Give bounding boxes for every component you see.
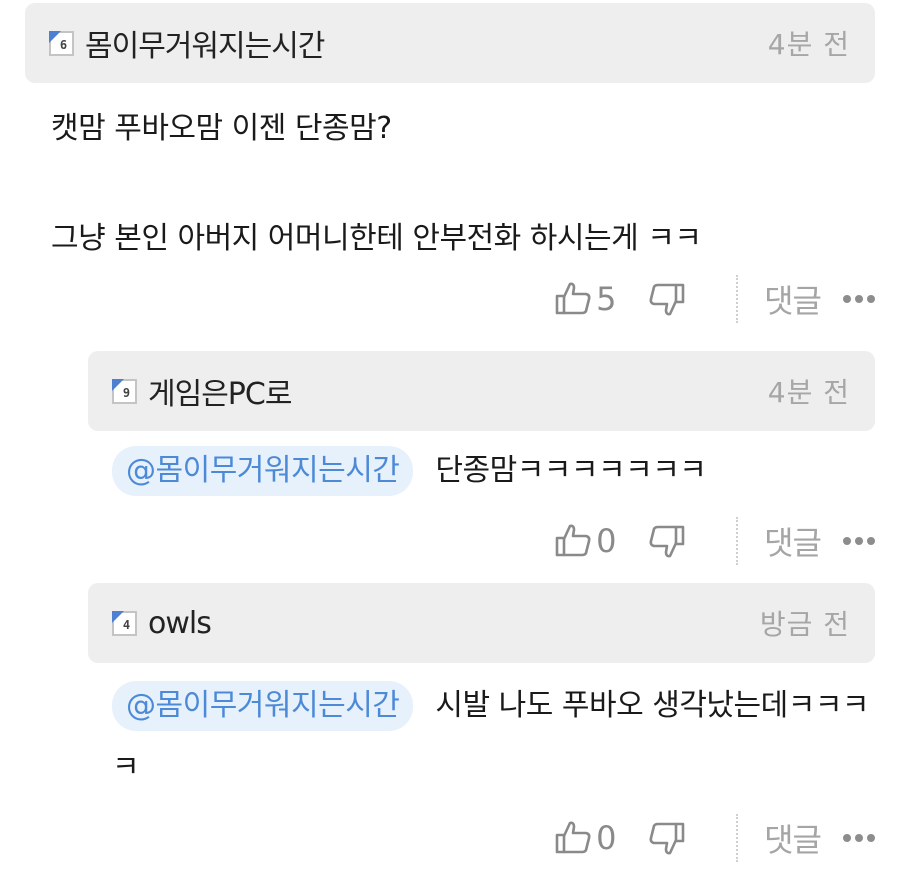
author-nickname[interactable]: owls xyxy=(148,606,212,641)
thumbs-down-icon xyxy=(649,525,685,558)
comment-time: 방금 전 xyxy=(759,608,850,641)
comment-header: 4 owls 방금 전 xyxy=(88,583,875,663)
reply-comment: 4 owls 방금 전 @몸이무거워지는시간 시발 나도 푸바오 생각났는데ㅋㅋㅋ… xyxy=(88,583,875,877)
like-button[interactable]: 5 xyxy=(554,280,626,318)
more-icon[interactable] xyxy=(843,295,875,303)
author-nickname[interactable]: 몸이무거워지는시간 xyxy=(85,21,325,65)
like-button[interactable]: 0 xyxy=(554,819,626,857)
like-count: 5 xyxy=(596,280,617,318)
reply-button[interactable]: 댓글 xyxy=(764,276,822,322)
like-count: 0 xyxy=(596,819,617,857)
comment-actions: 5 댓글 xyxy=(25,267,875,331)
dislike-button[interactable] xyxy=(648,522,686,560)
comment-text-line: 그냥 본인 아버지 어머니한테 안부전화 하시는게 ㅋㅋ xyxy=(51,221,702,256)
comment-actions: 0 댓글 xyxy=(88,799,875,877)
like-count: 0 xyxy=(596,522,617,560)
more-icon[interactable] xyxy=(843,834,875,842)
level-badge-icon: 9 xyxy=(112,378,137,404)
comment-header: 9 게임은PC로 4분 전 xyxy=(88,351,875,431)
thumbs-up-icon xyxy=(555,524,591,557)
reply-comment: 9 게임은PC로 4분 전 @몸이무거워지는시간 단종맘ㅋㅋㅋㅋㅋㅋㅋ 0 댓글 xyxy=(88,351,875,583)
mention-tag[interactable]: @몸이무거워지는시간 xyxy=(112,681,414,731)
comment-time: 4분 전 xyxy=(767,28,850,61)
comment-body: 캣맘 푸바오맘 이젠 단종맘? 그냥 본인 아버지 어머니한테 안부전화 하시는… xyxy=(25,83,875,267)
thumbs-down-icon xyxy=(649,283,685,316)
comment-body: @몸이무거워지는시간 단종맘ㅋㅋㅋㅋㅋㅋㅋ xyxy=(88,431,875,499)
level-badge-icon: 6 xyxy=(49,30,74,56)
comment: 6 몸이무거워지는시간 4분 전 캣맘 푸바오맘 이젠 단종맘? 그냥 본인 아… xyxy=(25,3,875,331)
comment-header: 6 몸이무거워지는시간 4분 전 xyxy=(25,3,875,83)
level-badge-icon: 4 xyxy=(112,610,137,636)
comment-text-line: 캣맘 푸바오맘 이젠 단종맘? xyxy=(51,111,392,146)
comment-time: 4분 전 xyxy=(767,376,850,409)
more-icon[interactable] xyxy=(843,537,875,545)
dislike-button[interactable] xyxy=(648,819,686,857)
thumbs-down-icon xyxy=(649,822,685,855)
divider xyxy=(736,517,739,565)
reply-button[interactable]: 댓글 xyxy=(764,815,822,861)
dislike-button[interactable] xyxy=(648,280,686,318)
comment-text: 단종맘ㅋㅋㅋㅋㅋㅋㅋ xyxy=(435,453,707,488)
comment-actions: 0 댓글 xyxy=(88,499,875,583)
like-button[interactable]: 0 xyxy=(554,522,626,560)
divider xyxy=(736,814,739,862)
author-nickname[interactable]: 게임은PC로 xyxy=(148,369,292,413)
divider xyxy=(736,275,739,323)
mention-tag[interactable]: @몸이무거워지는시간 xyxy=(112,446,414,496)
thumbs-up-icon xyxy=(555,282,591,315)
comment-body: @몸이무거워지는시간 시발 나도 푸바오 생각났는데ㅋㅋㅋㅋ xyxy=(88,663,872,799)
thumbs-up-icon xyxy=(555,821,591,854)
reply-button[interactable]: 댓글 xyxy=(764,518,822,564)
